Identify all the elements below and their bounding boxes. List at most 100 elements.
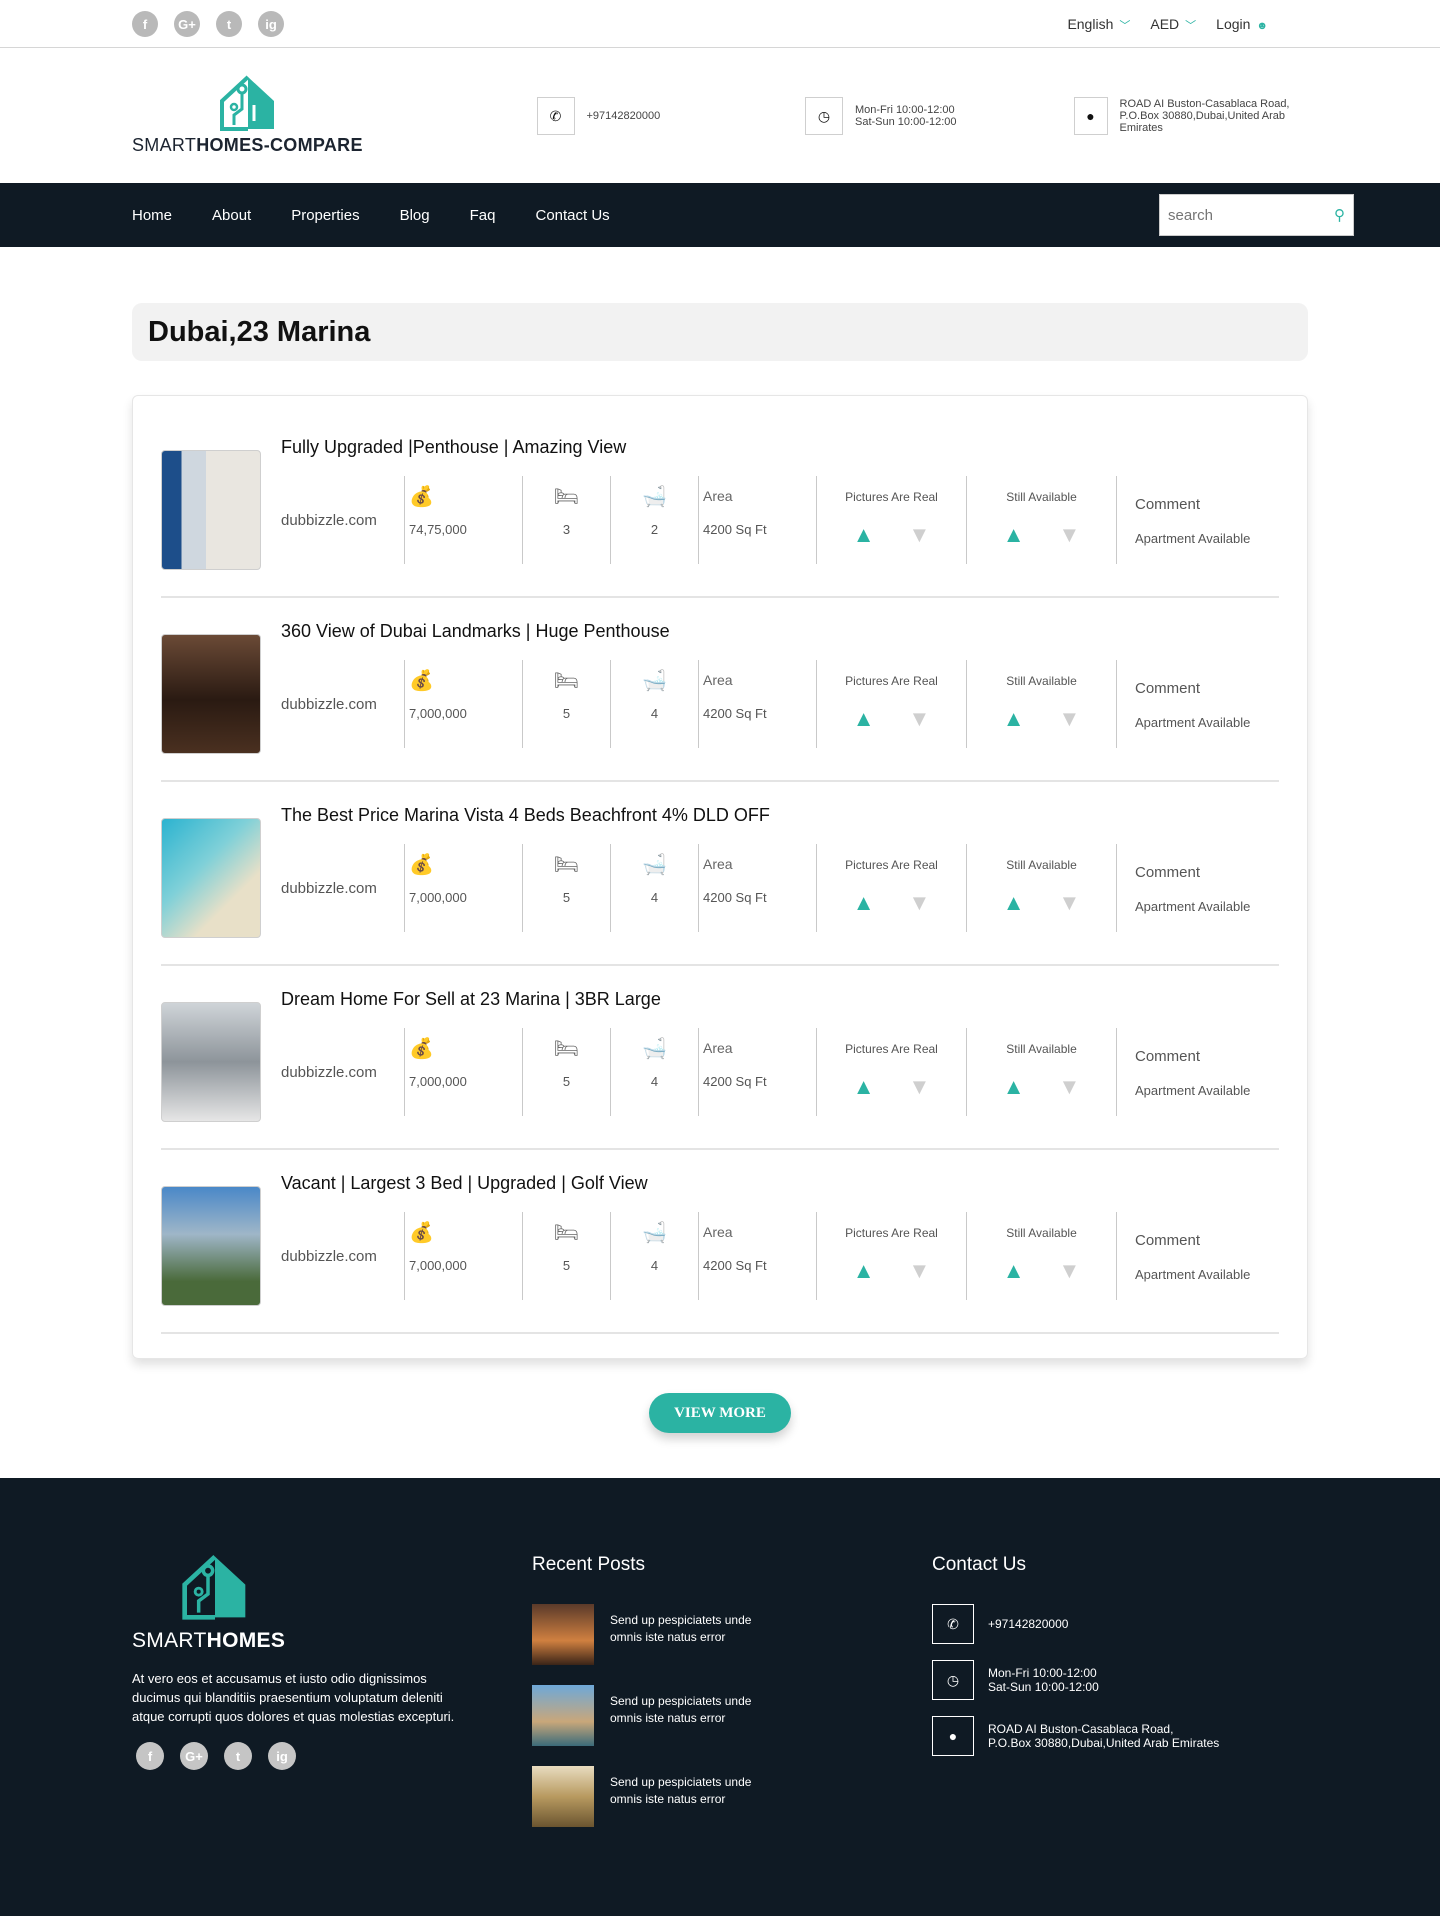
listing-thumbnail[interactable] bbox=[161, 450, 261, 570]
listing-source[interactable]: dubbizzle.com bbox=[281, 1212, 405, 1300]
post-title-line1: Send up pespiciatets unde bbox=[610, 1613, 752, 1627]
nav-item-properties[interactable]: Properties bbox=[291, 207, 359, 224]
view-more-button[interactable]: VIEW MORE bbox=[649, 1393, 791, 1433]
instagram-icon[interactable]: ig bbox=[268, 1742, 296, 1770]
thumbs-down-icon[interactable]: ▼ bbox=[1059, 706, 1081, 732]
thumbs-down-icon[interactable]: ▼ bbox=[1059, 1074, 1081, 1100]
thumbs-up-icon[interactable]: ▲ bbox=[853, 706, 875, 732]
listing-thumbnail[interactable] bbox=[161, 818, 261, 938]
thumbs-down-icon[interactable]: ▼ bbox=[909, 1258, 931, 1284]
language-select[interactable]: English ﹀ bbox=[1067, 16, 1130, 33]
bathtub-icon: 🛁 bbox=[642, 485, 667, 508]
listing-comment[interactable]: Comment Apartment Available bbox=[1117, 660, 1277, 748]
thumbs-up-icon[interactable]: ▲ bbox=[853, 1074, 875, 1100]
thumbs-down-icon[interactable]: ▼ bbox=[909, 890, 931, 916]
listing-price: 💰 7,000,000 bbox=[405, 1212, 523, 1300]
thumbs-down-icon[interactable]: ▼ bbox=[909, 522, 931, 548]
thumbs-up-icon[interactable]: ▲ bbox=[1003, 706, 1025, 732]
post-thumbnail bbox=[532, 1604, 594, 1665]
footer-address: ● ROAD AI Buston-Casablaca Road, P.O.Box … bbox=[932, 1716, 1308, 1756]
listing-thumbnail[interactable] bbox=[161, 1186, 261, 1306]
listing-row[interactable]: Vacant | Largest 3 Bed | Upgraded | Golf… bbox=[161, 1150, 1279, 1334]
listing-thumbnail[interactable] bbox=[161, 634, 261, 754]
thumbs-down-icon[interactable]: ▼ bbox=[909, 1074, 931, 1100]
recent-post[interactable]: Send up pespiciatets unde omnis iste natu… bbox=[532, 1685, 932, 1746]
listing-thumbnail[interactable] bbox=[161, 1002, 261, 1122]
thumbs-up-icon[interactable]: ▲ bbox=[853, 1258, 875, 1284]
bed-icon: 🛏 bbox=[553, 669, 580, 692]
listing-source[interactable]: dubbizzle.com bbox=[281, 660, 405, 748]
pictures-real-label: Pictures Are Real bbox=[845, 674, 938, 688]
login-link[interactable]: Login ☻ bbox=[1216, 16, 1268, 32]
price-tag-icon: 💰 bbox=[409, 669, 434, 692]
listing-row[interactable]: Fully Upgraded |Penthouse | Amazing View… bbox=[161, 414, 1279, 598]
thumbs-up-icon[interactable]: ▲ bbox=[853, 522, 875, 548]
listing-title[interactable]: Vacant | Largest 3 Bed | Upgraded | Golf… bbox=[281, 1168, 1279, 1198]
listing-title[interactable]: 360 View of Dubai Landmarks | Huge Penth… bbox=[281, 616, 1279, 646]
site-logo[interactable]: SMARTHOMES-COMPARE bbox=[132, 75, 401, 156]
comment-text: Apartment Available bbox=[1135, 715, 1251, 730]
listing-row[interactable]: The Best Price Marina Vista 4 Beds Beach… bbox=[161, 782, 1279, 966]
nav-item-contact[interactable]: Contact Us bbox=[535, 207, 609, 224]
still-available-vote: Still Available ▲ ▼ bbox=[967, 844, 1117, 932]
google-plus-icon[interactable]: G+ bbox=[174, 11, 200, 37]
twitter-icon[interactable]: t bbox=[216, 11, 242, 37]
footer-address-line1: ROAD AI Buston-Casablaca Road, bbox=[988, 1722, 1174, 1736]
thumbs-down-icon[interactable]: ▼ bbox=[1059, 1258, 1081, 1284]
post-title-line1: Send up pespiciatets unde bbox=[610, 1775, 752, 1789]
listing-area: Area 4200 Sq Ft bbox=[699, 660, 817, 748]
footer-logo-light: SMART bbox=[132, 1629, 207, 1652]
main-nav: Home About Properties Blog Faq Contact U… bbox=[0, 183, 1440, 247]
still-available-vote: Still Available ▲ ▼ bbox=[967, 1028, 1117, 1116]
listing-row[interactable]: 360 View of Dubai Landmarks | Huge Penth… bbox=[161, 598, 1279, 782]
search-icon[interactable]: ⚲ bbox=[1334, 206, 1345, 224]
listing-source[interactable]: dubbizzle.com bbox=[281, 476, 405, 564]
pictures-real-label: Pictures Are Real bbox=[845, 1226, 938, 1240]
thumbs-down-icon[interactable]: ▼ bbox=[1059, 522, 1081, 548]
instagram-icon[interactable]: ig bbox=[258, 11, 284, 37]
user-icon: ☻ bbox=[1256, 20, 1268, 32]
listing-source[interactable]: dubbizzle.com bbox=[281, 844, 405, 932]
nav-item-home[interactable]: Home bbox=[132, 207, 172, 224]
main-content: Dubai,23 Marina Fully Upgraded |Penthous… bbox=[132, 303, 1308, 1433]
listing-row[interactable]: Dream Home For Sell at 23 Marina | 3BR L… bbox=[161, 966, 1279, 1150]
listing-comment[interactable]: Comment Apartment Available bbox=[1117, 844, 1277, 932]
listing-comment[interactable]: Comment Apartment Available bbox=[1117, 1212, 1277, 1300]
listing-title[interactable]: Dream Home For Sell at 23 Marina | 3BR L… bbox=[281, 984, 1279, 1014]
thumbs-up-icon[interactable]: ▲ bbox=[853, 890, 875, 916]
search-input[interactable] bbox=[1168, 206, 1318, 224]
thumbs-down-icon[interactable]: ▼ bbox=[909, 706, 931, 732]
facebook-icon[interactable]: f bbox=[132, 11, 158, 37]
listing-title[interactable]: The Best Price Marina Vista 4 Beds Beach… bbox=[281, 800, 1279, 830]
thumbs-up-icon[interactable]: ▲ bbox=[1003, 890, 1025, 916]
recent-post[interactable]: Send up pespiciatets unde omnis iste natu… bbox=[532, 1604, 932, 1665]
listing-source[interactable]: dubbizzle.com bbox=[281, 1028, 405, 1116]
currency-select[interactable]: AED ﹀ bbox=[1150, 16, 1196, 33]
listing-beds: 🛏 5 bbox=[523, 844, 611, 932]
twitter-icon[interactable]: t bbox=[224, 1742, 252, 1770]
recent-post[interactable]: Send up pespiciatets unde omnis iste natu… bbox=[532, 1766, 932, 1827]
comment-text: Apartment Available bbox=[1135, 1267, 1251, 1282]
site-footer: SMARTHOMES At vero eos et accusamus et i… bbox=[0, 1478, 1440, 1916]
thumbs-up-icon[interactable]: ▲ bbox=[1003, 522, 1025, 548]
pictures-real-label: Pictures Are Real bbox=[845, 490, 938, 504]
listing-title[interactable]: Fully Upgraded |Penthouse | Amazing View bbox=[281, 432, 1279, 462]
nav-item-blog[interactable]: Blog bbox=[400, 207, 430, 224]
thumbs-up-icon[interactable]: ▲ bbox=[1003, 1074, 1025, 1100]
listing-area: Area 4200 Sq Ft bbox=[699, 1212, 817, 1300]
listing-comment[interactable]: Comment Apartment Available bbox=[1117, 476, 1277, 564]
google-plus-icon[interactable]: G+ bbox=[180, 1742, 208, 1770]
thumbs-up-icon[interactable]: ▲ bbox=[1003, 1258, 1025, 1284]
nav-item-about[interactable]: About bbox=[212, 207, 251, 224]
thumbs-down-icon[interactable]: ▼ bbox=[1059, 890, 1081, 916]
listing-source-text: dubbizzle.com bbox=[281, 695, 377, 713]
listing-comment[interactable]: Comment Apartment Available bbox=[1117, 1028, 1277, 1116]
social-links: f G+ t ig bbox=[132, 11, 284, 37]
listing-area: Area 4200 Sq Ft bbox=[699, 844, 817, 932]
comment-label: Comment bbox=[1135, 864, 1201, 881]
house-logo-icon bbox=[220, 75, 274, 131]
footer-address-line2: P.O.Box 30880,Dubai,United Arab Emirates bbox=[988, 1736, 1220, 1750]
listing-baths-value: 2 bbox=[650, 522, 659, 537]
nav-item-faq[interactable]: Faq bbox=[470, 207, 496, 224]
facebook-icon[interactable]: f bbox=[136, 1742, 164, 1770]
